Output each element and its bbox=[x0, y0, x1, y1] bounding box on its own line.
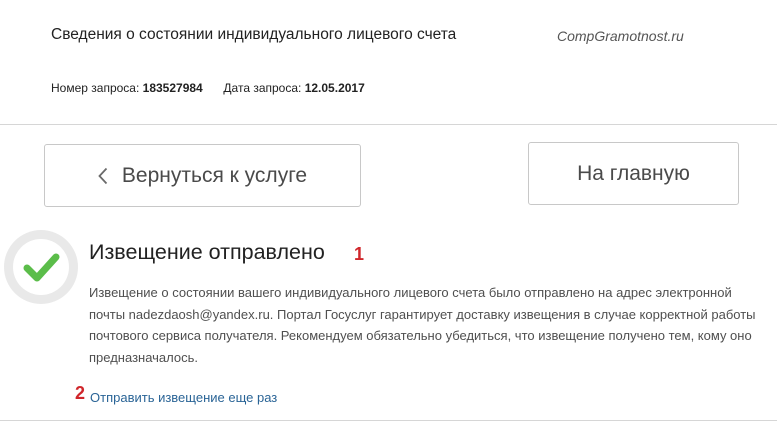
request-number-label: Номер запроса: bbox=[51, 81, 140, 95]
request-info: Номер запроса: 183527984 Дата запроса: 1… bbox=[51, 81, 365, 95]
home-button-label: На главную bbox=[577, 161, 690, 185]
bottom-divider bbox=[0, 420, 777, 421]
back-to-service-button[interactable]: Вернуться к услуге bbox=[44, 144, 361, 207]
resend-notice-link[interactable]: Отправить извещение еще раз bbox=[90, 390, 277, 405]
notice-title: Извещение отправлено bbox=[89, 240, 325, 264]
page-title: Сведения о состоянии индивидуального лиц… bbox=[51, 26, 457, 43]
request-date-label: Дата запроса: bbox=[223, 81, 302, 95]
request-date-value: 12.05.2017 bbox=[304, 81, 365, 95]
annotation-marker-2: 2 bbox=[75, 383, 86, 403]
chevron-left-icon bbox=[98, 167, 108, 185]
notice-body: Извещение о состоянии вашего индивидуаль… bbox=[89, 285, 756, 365]
watermark: CompGramotnost.ru bbox=[557, 28, 684, 44]
back-to-service-label: Вернуться к услуге bbox=[121, 163, 308, 187]
request-number-value: 183527984 bbox=[142, 81, 203, 95]
header-divider bbox=[0, 124, 777, 125]
home-button[interactable]: На главную bbox=[528, 142, 739, 205]
checkmark-icon bbox=[4, 230, 78, 304]
annotation-marker-1: 1 bbox=[354, 244, 365, 264]
